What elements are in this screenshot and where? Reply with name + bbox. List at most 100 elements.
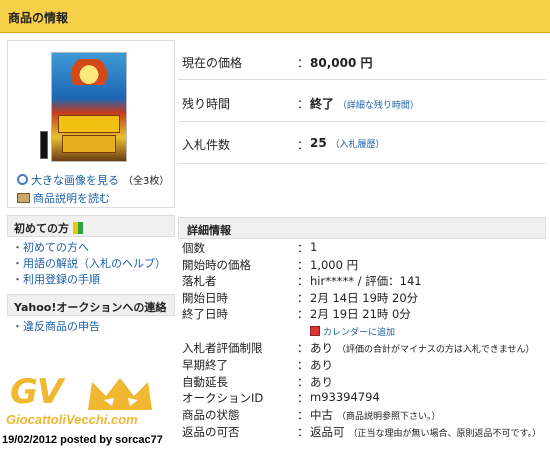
link-glossary[interactable]: 用語の解説（入札のヘルプ） bbox=[23, 257, 166, 270]
detail-value-text: 1 bbox=[310, 240, 318, 254]
details-heading: 詳細情報 bbox=[178, 217, 546, 239]
colon: ： bbox=[297, 307, 309, 321]
contact-links: 違反商品の申告 bbox=[12, 319, 100, 335]
price-value: 80,000 円 bbox=[310, 54, 373, 71]
detail-value-text: あり bbox=[310, 341, 333, 355]
price-label: 現在の価格 bbox=[182, 56, 243, 70]
detail-label: 個数 bbox=[182, 241, 205, 255]
colon: ： bbox=[297, 56, 310, 70]
detail-label: 開始日時 bbox=[182, 291, 228, 305]
detail-value: hir***** / 評価：141 bbox=[310, 273, 422, 289]
magnifier-icon bbox=[17, 174, 28, 185]
detail-label: 落札者 bbox=[182, 274, 217, 288]
colon: ： bbox=[297, 358, 309, 372]
detail-note: （正当な理由が無い場合、原則返品不可です。） bbox=[348, 429, 542, 439]
detail-value-text: 2月 19日 21時 0分 bbox=[310, 307, 411, 321]
beginner-link[interactable]: 利用登録の手順 bbox=[12, 272, 166, 288]
watermark-logo: GV bbox=[10, 372, 63, 412]
detail-value-text: 返品可 bbox=[310, 425, 345, 439]
detail-label: 早期終了 bbox=[182, 358, 228, 372]
detail-label: 入札者評価制限 bbox=[182, 341, 263, 355]
detail-value-text: 中古 bbox=[310, 408, 333, 422]
beginner-link[interactable]: 用語の解説（入札のヘルプ） bbox=[12, 256, 166, 272]
image-count: （全3枚） bbox=[123, 176, 170, 187]
detail-value-text: m93394794 bbox=[310, 390, 380, 404]
time-status: 終了 bbox=[310, 97, 335, 111]
divider bbox=[178, 79, 546, 80]
detail-value: 2月 14日 19時 20分 bbox=[310, 290, 418, 306]
detail-value: 1,000 円 bbox=[310, 257, 358, 273]
colon: ： bbox=[297, 241, 309, 255]
time-value: 終了 （詳細な残り時間） bbox=[310, 95, 419, 112]
colon: ： bbox=[297, 408, 309, 422]
link-report-violation[interactable]: 違反商品の申告 bbox=[23, 320, 100, 333]
detail-value: あり bbox=[310, 357, 333, 373]
contact-heading: Yahoo!オークションへの連絡 bbox=[7, 294, 175, 316]
detail-note: （商品説明参照下さい。） bbox=[337, 412, 441, 422]
detailed-time-link[interactable]: （詳細な残り時間） bbox=[338, 101, 419, 111]
calendar-icon bbox=[310, 326, 320, 336]
bids-label: 入札件数 bbox=[182, 138, 231, 152]
bids-value: 25 （入札履歴） bbox=[310, 136, 385, 150]
watermark-credit: 19/02/2012 posted by sorcac77 bbox=[2, 434, 163, 446]
link-registration[interactable]: 利用登録の手順 bbox=[23, 273, 100, 286]
detail-value: m93394794 bbox=[310, 390, 380, 404]
detail-label: 終了日時 bbox=[182, 307, 228, 321]
product-thumbnail[interactable] bbox=[40, 52, 127, 162]
watermark-site: GiocattoliVecchi.com bbox=[6, 412, 138, 427]
beginner-heading: 初めての方 bbox=[7, 215, 175, 237]
detail-value: 2月 19日 21時 0分 bbox=[310, 306, 411, 322]
colon: ： bbox=[297, 341, 309, 355]
large-image-link[interactable]: 大きな画像を見る （全3枚） bbox=[17, 172, 169, 188]
book-icon bbox=[17, 193, 30, 203]
detail-label: 商品の状態 bbox=[182, 408, 240, 422]
description-label[interactable]: 商品説明を読む bbox=[33, 192, 110, 205]
detail-value-text: hir***** / 評価：141 bbox=[310, 274, 422, 288]
link-beginner-guide[interactable]: 初めての方へ bbox=[23, 241, 89, 254]
detail-value: 中古 （商品説明参照下さい。） bbox=[310, 407, 441, 423]
detail-value: あり bbox=[310, 374, 333, 390]
colon: ： bbox=[297, 97, 310, 111]
thumbnail-art bbox=[60, 59, 118, 85]
colon: ： bbox=[297, 391, 309, 405]
detail-value: 返品可 （正当な理由が無い場合、原則返品不可です。） bbox=[310, 424, 541, 440]
beginner-link[interactable]: 初めての方へ bbox=[12, 240, 166, 256]
detail-value-text: 1,000 円 bbox=[310, 258, 359, 272]
bid-history-link[interactable]: （入札履歴） bbox=[331, 140, 385, 150]
colon: ： bbox=[297, 375, 309, 389]
contact-title: Yahoo!オークションへの連絡 bbox=[14, 301, 167, 314]
detail-label: 返品の可否 bbox=[182, 425, 240, 439]
detail-value: あり （評価の合計がマイナスの方は入札できません） bbox=[310, 340, 535, 356]
colon: ： bbox=[297, 258, 309, 272]
crown-icon bbox=[88, 378, 152, 410]
detail-value-text: 2月 14日 19時 20分 bbox=[310, 291, 419, 305]
price-amount: 80,000 円 bbox=[310, 56, 373, 70]
description-link[interactable]: 商品説明を読む bbox=[17, 190, 110, 206]
detail-value-text: あり bbox=[310, 375, 333, 389]
calendar-link[interactable]: カレンダーに追加 bbox=[310, 324, 395, 338]
contact-link[interactable]: 違反商品の申告 bbox=[12, 319, 100, 335]
beginner-mark-icon bbox=[73, 222, 83, 234]
details-title: 詳細情報 bbox=[187, 224, 231, 237]
colon: ： bbox=[297, 138, 310, 152]
calendar-link-label[interactable]: カレンダーに追加 bbox=[323, 328, 395, 338]
detail-value-text: あり bbox=[310, 358, 333, 372]
thumbnail-logo bbox=[58, 115, 120, 133]
detail-value: 1 bbox=[310, 240, 317, 254]
thumbnail-logo-2 bbox=[62, 135, 116, 153]
beginner-links: 初めての方へ 用語の解説（入札のヘルプ） 利用登録の手順 bbox=[12, 240, 166, 288]
beginner-title: 初めての方 bbox=[14, 222, 69, 235]
divider bbox=[178, 121, 546, 122]
colon: ： bbox=[297, 425, 309, 439]
bids-count: 25 bbox=[310, 136, 327, 150]
detail-note: （評価の合計がマイナスの方は入札できません） bbox=[337, 345, 535, 355]
detail-label: オークションID bbox=[182, 391, 264, 405]
watermark: GV GiocattoliVecchi.com bbox=[4, 372, 164, 437]
detail-label: 自動延長 bbox=[182, 375, 228, 389]
thumbnail-figure bbox=[40, 131, 48, 159]
large-image-label[interactable]: 大きな画像を見る bbox=[31, 174, 119, 187]
divider bbox=[178, 163, 546, 164]
time-label: 残り時間 bbox=[182, 97, 231, 111]
detail-label: 開始時の価格 bbox=[182, 258, 251, 272]
colon: ： bbox=[297, 274, 309, 288]
